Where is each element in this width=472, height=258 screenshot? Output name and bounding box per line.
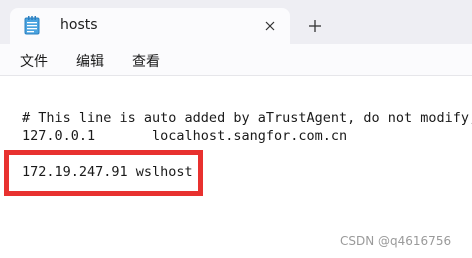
editor-line-1: # This line is auto added by aTrustAgent… [22,110,472,126]
tab-title: hosts [60,17,98,33]
menu-view[interactable]: 查看 [132,51,160,71]
plus-icon[interactable] [306,17,324,35]
close-icon[interactable] [262,18,278,34]
tab-hosts[interactable]: hosts [10,8,290,44]
menu-file[interactable]: 文件 [20,51,48,71]
editor-line-2: 127.0.0.1 localhost.sangfor.com.cn [22,128,348,144]
menu-bar: 文件 编辑 查看 [0,44,472,76]
title-bar: hosts [0,0,472,44]
notepad-icon [24,15,40,35]
menu-edit[interactable]: 编辑 [76,51,104,71]
highlight-box [4,150,203,196]
watermark: CSDN @q4616756 [340,234,452,248]
